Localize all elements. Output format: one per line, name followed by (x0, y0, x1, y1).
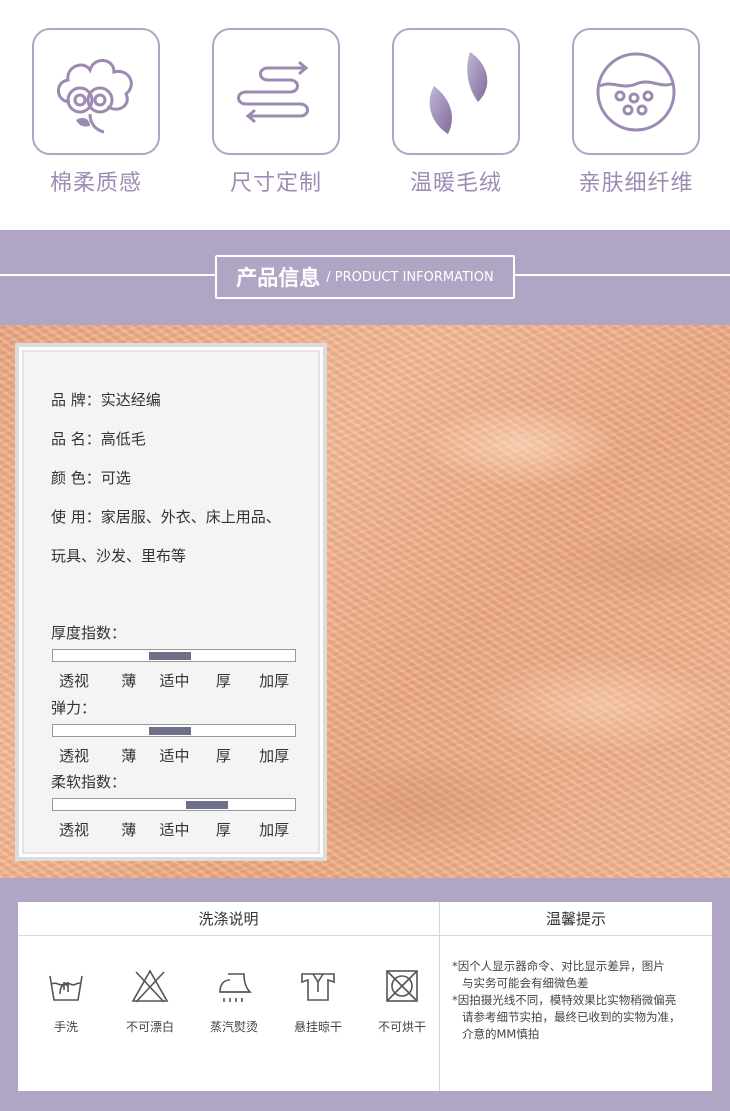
scale-label: 厚 (215, 747, 231, 765)
care-label: 蒸汽熨烫 (209, 1020, 258, 1034)
care-no-tumble-dry: 不可烘干 (362, 964, 442, 1035)
scale-label: 厚 (215, 672, 231, 690)
section-title-en: / PRODUCT INFORMATION (326, 269, 494, 285)
scale-title-elasticity: 弹力： (51, 699, 97, 717)
product-info-card: 品 牌：实达经编 品 名：高低毛 颜 色：可选 使 用：家居服、外衣、床上用品、… (15, 343, 327, 861)
hang-dry-icon (301, 973, 335, 1001)
fur-texture-image: 品 牌：实达经编 品 名：高低毛 颜 色：可选 使 用：家居服、外衣、床上用品、… (0, 325, 730, 878)
scale-title-softness: 柔软指数： (51, 773, 127, 791)
scale-indicator (149, 727, 191, 735)
feature-icon-box (392, 28, 520, 155)
scale-label: 薄 (121, 747, 137, 765)
feature-fiber: 亲肤细纤维 (572, 28, 700, 197)
scale-label: 加厚 (259, 672, 290, 690)
section-header-band: 产品信息 / PRODUCT INFORMATION (0, 230, 730, 325)
scale-labels-softness: 透视 薄 适中 厚 加厚 (59, 819, 298, 840)
care-label: 不可烘干 (377, 1020, 426, 1034)
feature-row: 棉柔质感 尺寸定制 温暖毛绒 亲肤细纤维 (0, 0, 730, 230)
tip-line: *因个人显示器命令、对比显示差异，图片 (452, 959, 665, 973)
wash-instructions-header: 洗涤说明 (18, 902, 439, 936)
scale-label: 透视 (59, 672, 90, 690)
scale-labels-elasticity: 透视 薄 适中 厚 加厚 (59, 745, 298, 766)
care-label: 不可漂白 (125, 1020, 174, 1034)
info-name: 品 名：高低毛 (51, 430, 146, 448)
fiber-icon (596, 52, 676, 131)
care-band: 洗涤说明 温馨提示 手洗 不可漂白 蒸汽熨烫 悬挂晾干 不可烘干 *因个人显示器… (0, 878, 730, 1111)
tip-line: 请参考细节实拍，最终已收到的实物为准， (462, 1010, 681, 1024)
scale-label: 厚 (215, 821, 231, 839)
care-hand-wash: 手洗 (26, 964, 106, 1035)
care-label: 悬挂晾干 (293, 1020, 342, 1034)
feature-icon-box (572, 28, 700, 155)
feature-icon-box (212, 28, 340, 155)
feature-label: 温暖毛绒 (409, 171, 502, 196)
info-usage: 使 用：家居服、外衣、床上用品、 (51, 508, 281, 526)
feature-label: 亲肤细纤维 (578, 171, 694, 196)
scale-label: 薄 (121, 672, 137, 690)
care-hang-dry: 悬挂晾干 (278, 964, 358, 1035)
feature-label: 棉柔质感 (49, 171, 142, 196)
feature-icon-box (32, 28, 160, 155)
scale-label: 加厚 (259, 821, 290, 839)
feature-label: 尺寸定制 (229, 171, 322, 196)
info-brand: 品 牌：实达经编 (51, 391, 161, 409)
care-steam-iron: 蒸汽熨烫 (194, 964, 274, 1035)
section-title-cn: 产品信息 (236, 266, 321, 290)
no-bleach-icon (131, 969, 169, 1003)
scale-label: 适中 (159, 747, 190, 765)
care-table: 洗涤说明 温馨提示 手洗 不可漂白 蒸汽熨烫 悬挂晾干 不可烘干 *因个人显示器… (18, 902, 712, 1091)
scale-bar-elasticity (52, 724, 296, 737)
leaves-icon (429, 51, 488, 134)
feature-cotton: 棉柔质感 (32, 28, 160, 197)
no-tumble-dry-icon (386, 970, 418, 1002)
scale-label: 适中 (159, 821, 190, 839)
scale-label: 适中 (159, 672, 190, 690)
care-no-bleach: 不可漂白 (110, 964, 190, 1035)
feature-size: 尺寸定制 (212, 28, 340, 197)
cotton-icon (57, 58, 133, 133)
divider-line-right (515, 274, 730, 276)
tip-line: 介意的MM慎拍 (462, 1027, 540, 1041)
hand-wash-icon (49, 975, 83, 1001)
tips-text: *因个人显示器命令、对比显示差异，图片 与实务可能会有细微色差 *因拍摄光线不同… (452, 958, 710, 1043)
care-label: 手洗 (53, 1020, 78, 1034)
feature-warm: 温暖毛绒 (392, 28, 520, 197)
scale-title-thickness: 厚度指数： (51, 624, 127, 642)
info-color: 颜 色：可选 (51, 469, 131, 487)
scale-indicator (186, 801, 228, 809)
scale-label: 透视 (59, 821, 90, 839)
scale-indicator (149, 652, 191, 660)
scale-label: 透视 (59, 747, 90, 765)
section-title: 产品信息 / PRODUCT INFORMATION (215, 255, 515, 299)
tip-line: 与实务可能会有细微色差 (462, 976, 589, 990)
steam-iron-icon (219, 973, 252, 1002)
scale-bar-softness (52, 798, 296, 811)
info-usage-cont: 玩具、沙发、里布等 (51, 547, 187, 565)
scale-label: 加厚 (259, 747, 290, 765)
scale-labels-thickness: 透视 薄 适中 厚 加厚 (59, 670, 298, 691)
scale-bar-thickness (52, 649, 296, 662)
tip-line: *因拍摄光线不同，模特效果比实物稍微偏亮 (452, 993, 677, 1007)
divider-line-left (0, 274, 215, 276)
scale-label: 薄 (121, 821, 137, 839)
size-arrows-icon (237, 61, 309, 122)
tips-header: 温馨提示 (440, 902, 712, 936)
